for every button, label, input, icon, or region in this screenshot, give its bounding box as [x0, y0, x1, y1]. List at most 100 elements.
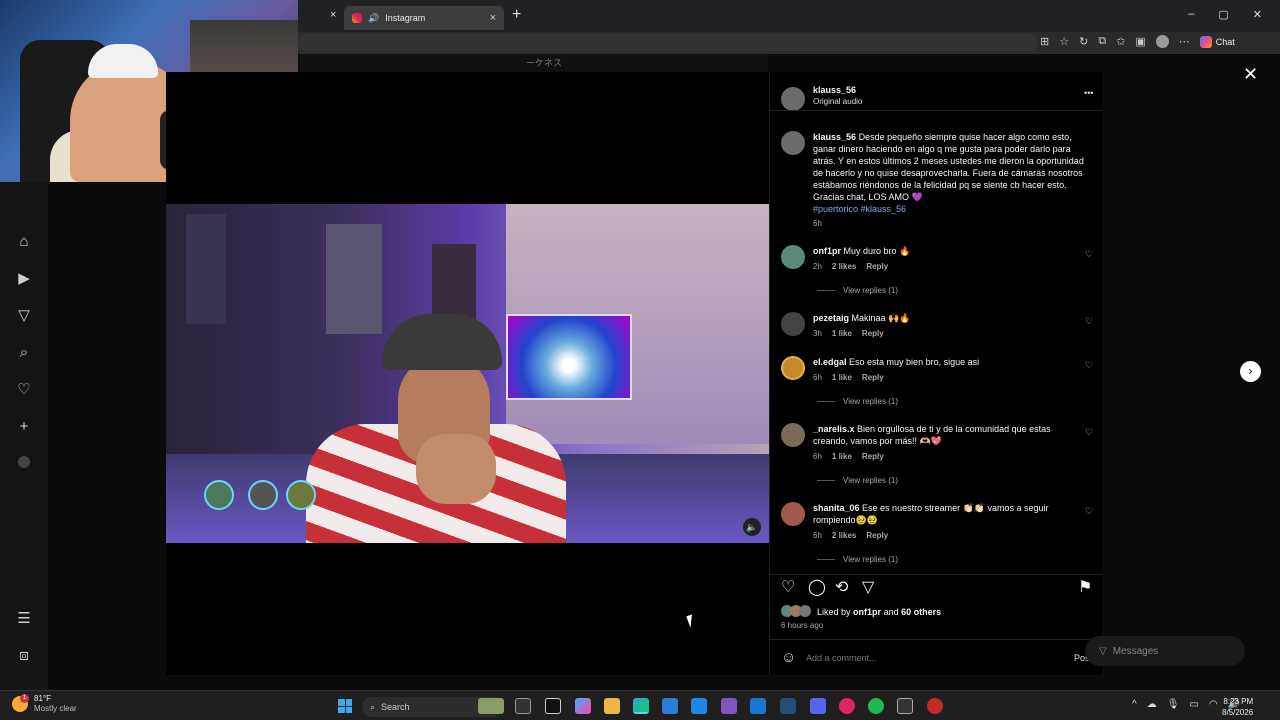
emoji-icon[interactable]: ☺	[781, 649, 796, 666]
comment-like-heart-icon[interactable]: ♡	[1085, 427, 1093, 438]
tab-close-icon[interactable]: ×	[490, 12, 496, 24]
comment-bubble-icon[interactable]: ◯	[808, 577, 826, 597]
add-comment-input[interactable]	[806, 649, 1056, 667]
profile-avatar[interactable]	[1155, 35, 1169, 48]
copilot-app-icon[interactable]	[575, 698, 591, 714]
comment-username[interactable]: pezetaig	[813, 313, 849, 323]
caption-author-avatar[interactable]	[781, 131, 805, 155]
caption-username[interactable]: klauss_56	[813, 132, 856, 142]
view-replies[interactable]: View replies (1)	[817, 286, 898, 295]
minimize-button[interactable]: –	[1188, 8, 1194, 21]
discord-icon[interactable]	[810, 698, 826, 714]
edge-browser-icon[interactable]	[633, 698, 649, 714]
opera-icon[interactable]	[839, 698, 855, 714]
address-bar[interactable]	[298, 33, 1038, 51]
close-window-button[interactable]: ✕	[1253, 8, 1262, 21]
store-icon[interactable]	[662, 698, 678, 714]
also-from-meta-icon[interactable]: ⧈	[14, 646, 34, 666]
visual-studio-icon[interactable]	[721, 698, 737, 714]
close-icon[interactable]: ✕	[1243, 64, 1258, 85]
view-replies-label[interactable]: View replies (1)	[843, 397, 898, 406]
reply-button[interactable]: Reply	[866, 530, 888, 542]
post-video[interactable]	[166, 204, 769, 543]
view-replies-label[interactable]: View replies (1)	[843, 286, 898, 295]
view-replies-label[interactable]: View replies (1)	[843, 555, 898, 564]
reply-button[interactable]: Reply	[862, 328, 884, 340]
comment-like-heart-icon[interactable]: ♡	[1085, 360, 1093, 371]
caption-hashtags[interactable]: #puertorico #klauss_56	[813, 203, 1085, 215]
comment-likes[interactable]: 1 like	[832, 372, 852, 384]
tab-instagram[interactable]: 🔊 Instagram ×	[344, 6, 504, 30]
create-plus-icon[interactable]: +	[14, 417, 34, 437]
comment-likes[interactable]: 1 like	[832, 451, 852, 463]
direct-send-icon[interactable]: ▽	[14, 306, 34, 326]
comment-like-heart-icon[interactable]: ♡	[1085, 249, 1093, 260]
taskbar-app-icon[interactable]	[927, 698, 943, 714]
task-view-icon[interactable]	[515, 698, 531, 714]
maximize-button[interactable]: ▢	[1218, 8, 1228, 21]
comment-avatar[interactable]	[781, 502, 805, 526]
comment-avatar[interactable]	[781, 312, 805, 336]
liked-by-user[interactable]: onf1pr	[853, 607, 881, 617]
comment-likes[interactable]: 1 like	[832, 328, 852, 340]
profile-avatar[interactable]	[14, 454, 34, 474]
taskbar-app-icon[interactable]	[780, 698, 796, 714]
liked-by-others[interactable]: 60 others	[901, 607, 941, 617]
comment-username[interactable]: onf1pr	[813, 246, 841, 256]
more-options-icon[interactable]: •••	[1084, 88, 1093, 98]
reply-button[interactable]: Reply	[862, 372, 884, 384]
previous-tab-close-icon[interactable]: ×	[330, 9, 336, 21]
more-menu-icon[interactable]: ⋯	[1179, 35, 1190, 48]
comment-username[interactable]: shanita_06	[813, 503, 860, 513]
comment-likes[interactable]: 2 likes	[832, 261, 856, 273]
share-send-icon[interactable]: ▽	[862, 577, 874, 597]
view-replies[interactable]: View replies (1)	[817, 555, 898, 564]
save-bookmark-icon[interactable]: ⚑	[1078, 577, 1092, 597]
microphone-icon[interactable]: 🎙	[1167, 699, 1180, 710]
taskbar-app-icon[interactable]	[545, 698, 561, 714]
comment-username[interactable]: _narelis.x	[813, 424, 855, 434]
windows-start-icon[interactable]	[338, 699, 352, 713]
view-replies[interactable]: View replies (1)	[817, 476, 898, 485]
view-replies-label[interactable]: View replies (1)	[843, 476, 898, 485]
comment-username[interactable]: el.edgal	[813, 357, 847, 367]
comment-like-heart-icon[interactable]: ♡	[1085, 506, 1093, 517]
copilot-chat-button[interactable]: Chat	[1199, 35, 1235, 48]
taskbar-clock[interactable]: 8:23 PM 8/5/2026	[1222, 696, 1253, 718]
comment-likes[interactable]: 2 likes	[832, 530, 856, 542]
home-icon[interactable]: ⌂	[14, 232, 34, 252]
taskbar-app-icon[interactable]	[478, 698, 504, 714]
view-replies[interactable]: View replies (1)	[817, 397, 898, 406]
comment-avatar[interactable]	[781, 356, 805, 380]
refresh-icon[interactable]: ↻	[1079, 35, 1088, 48]
comment-avatar[interactable]	[781, 245, 805, 269]
apps-icon[interactable]: ⊞	[1040, 35, 1049, 48]
spotify-icon[interactable]	[868, 698, 884, 714]
weather-widget[interactable]: 1 81°F Mostly clear	[12, 694, 77, 714]
notifications-heart-icon[interactable]: ♡	[14, 380, 34, 400]
favorites-icon[interactable]: ✩	[1116, 35, 1125, 48]
file-explorer-icon[interactable]	[604, 698, 620, 714]
network-icon[interactable]: ☁	[1147, 699, 1157, 710]
reply-button[interactable]: Reply	[866, 261, 888, 273]
next-post-chevron-icon[interactable]: ›	[1240, 361, 1261, 382]
search-icon[interactable]: ⌕	[14, 343, 34, 363]
messages-button[interactable]: ▽ Messages	[1085, 636, 1245, 666]
repost-icon[interactable]: ⟲	[835, 577, 848, 597]
menu-hamburger-icon[interactable]: ☰	[14, 609, 34, 629]
comment-like-heart-icon[interactable]: ♡	[1085, 316, 1093, 327]
outlook-icon[interactable]	[691, 698, 707, 714]
vscode-icon[interactable]	[750, 698, 766, 714]
reply-button[interactable]: Reply	[862, 451, 884, 463]
speaker-icon[interactable]: 🔊	[368, 13, 379, 24]
display-icon[interactable]: ▭	[1189, 699, 1198, 710]
terminal-icon[interactable]	[897, 698, 913, 714]
mute-toggle-icon[interactable]: 🔈	[743, 518, 761, 536]
wifi-icon[interactable]: ◠	[1209, 699, 1218, 710]
audio-label[interactable]: Original audio	[813, 96, 862, 108]
tray-overflow-chevron-icon[interactable]: ^	[1132, 699, 1137, 710]
comment-avatar[interactable]	[781, 423, 805, 447]
favorite-star-icon[interactable]: ☆	[1059, 35, 1069, 48]
author-username[interactable]: klauss_56	[813, 84, 862, 96]
new-tab-button[interactable]: +	[512, 6, 521, 24]
